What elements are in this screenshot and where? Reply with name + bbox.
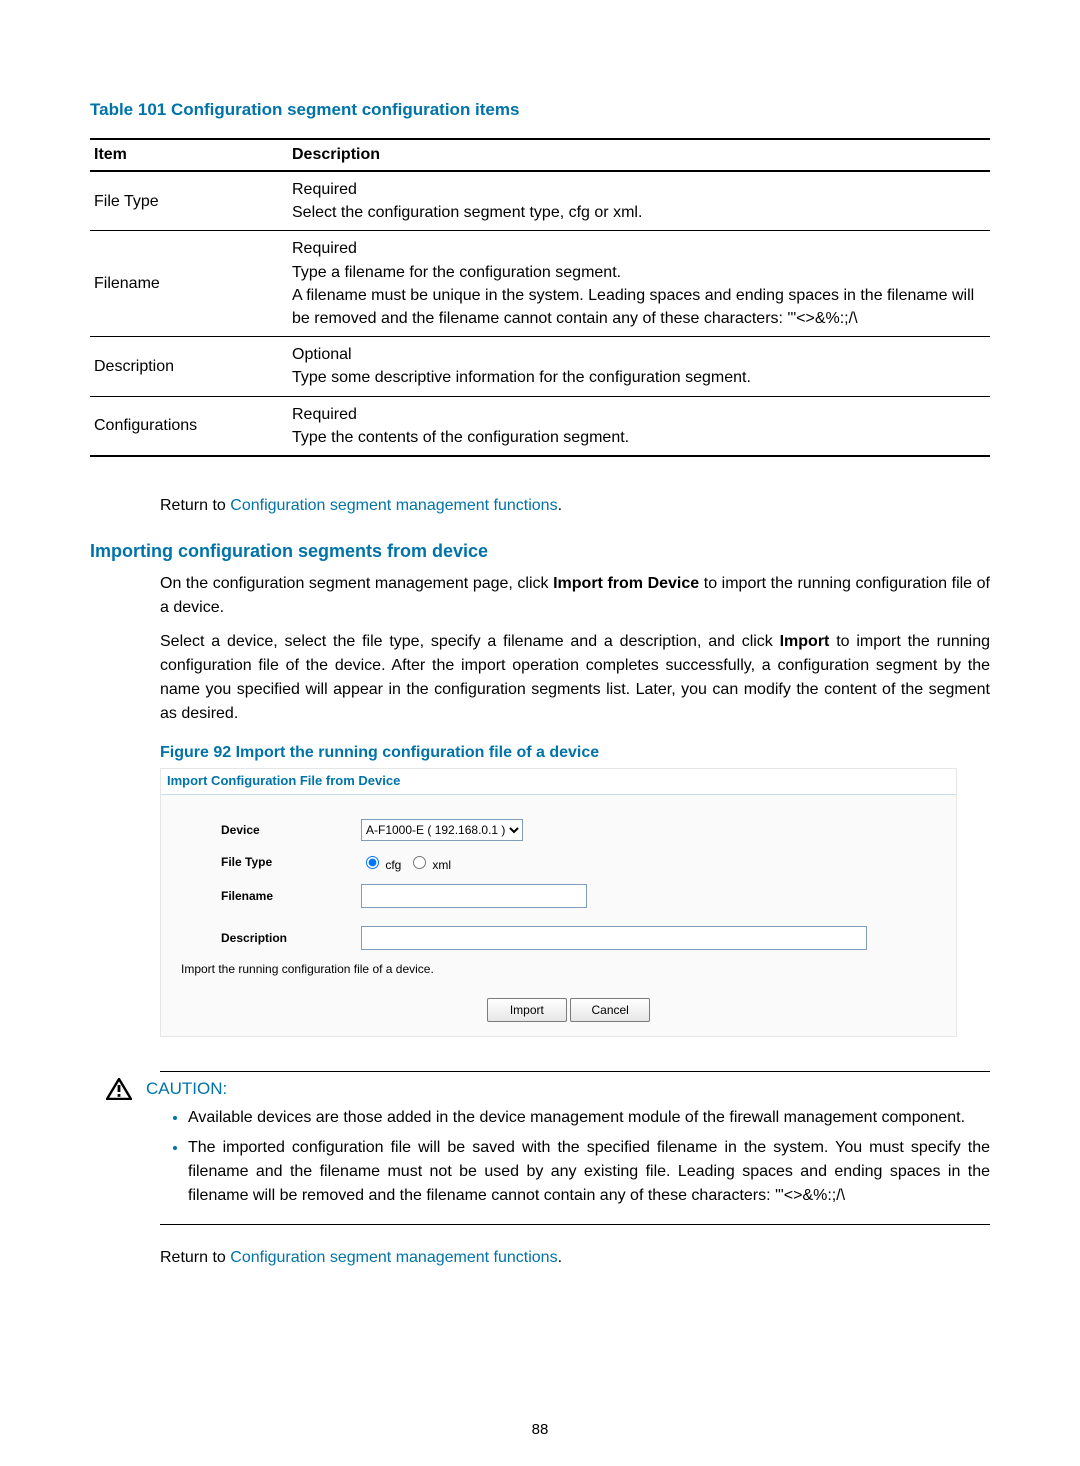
row-item: Filename [90,231,288,337]
return-suffix: . [558,1249,562,1266]
cancel-button[interactable]: Cancel [570,998,650,1022]
label-filename: Filename [221,889,361,903]
warning-icon [106,1078,132,1100]
caution-item: Available devices are those added in the… [188,1106,990,1130]
row-desc: Required Type a filename for the configu… [288,231,990,337]
screenshot-import-dialog: Import Configuration File from Device De… [160,768,957,1037]
return-suffix: . [558,497,562,514]
import-button[interactable]: Import [487,998,567,1022]
text: On the configuration segment management … [160,575,553,592]
return-link[interactable]: Configuration segment management functio… [230,497,557,514]
return-line-2: Return to Configuration segment manageme… [160,1249,990,1267]
filename-input[interactable] [361,884,587,908]
return-link[interactable]: Configuration segment management functio… [230,1249,557,1266]
config-items-table: Item Description File Type Required Sele… [90,138,990,457]
label-description: Description [221,931,361,945]
col-header-item: Item [90,139,288,171]
paragraph-2: Select a device, select the file type, s… [160,630,990,726]
caution-list: Available devices are those added in the… [188,1106,990,1208]
radio-cfg[interactable] [366,856,379,869]
row-desc: Required Type the contents of the config… [288,396,990,456]
dialog-title: Import Configuration File from Device [161,769,956,795]
text: Select a device, select the file type, s… [160,633,780,650]
radio-xml-label: xml [432,858,451,872]
device-select[interactable]: A-F1000-E ( 192.168.0.1 ) [361,819,523,841]
return-prefix: Return to [160,497,230,514]
table-row: File Type Required Select the configurat… [90,171,990,231]
radio-xml[interactable] [413,856,426,869]
table-row: Filename Required Type a filename for th… [90,231,990,337]
label-file-type: File Type [221,855,361,869]
page-number: 88 [0,1421,1080,1438]
col-header-description: Description [288,139,990,171]
radio-xml-wrapper[interactable]: xml [408,853,451,872]
caution-block: CAUTION: Available devices are those add… [160,1071,990,1225]
radio-cfg-label: cfg [385,858,401,872]
row-item: Configurations [90,396,288,456]
bold-text: Import [780,633,830,650]
form-hint: Import the running configuration file of… [181,962,916,976]
caution-item: The imported configuration file will be … [188,1136,990,1208]
section-heading-importing: Importing configuration segments from de… [90,541,990,562]
paragraph-1: On the configuration segment management … [160,572,990,620]
table-row: Configurations Required Type the content… [90,396,990,456]
description-input[interactable] [361,926,867,950]
row-desc: Optional Type some descriptive informati… [288,337,990,396]
row-item: File Type [90,171,288,231]
caution-label: CAUTION: [146,1079,227,1099]
table-row: Description Optional Type some descripti… [90,337,990,396]
figure-caption: Figure 92 Import the running configurati… [160,744,990,762]
label-device: Device [221,823,361,837]
row-desc: Required Select the configuration segmen… [288,171,990,231]
radio-cfg-wrapper[interactable]: cfg [361,853,401,872]
bold-text: Import from Device [553,575,699,592]
return-prefix: Return to [160,1249,230,1266]
row-item: Description [90,337,288,396]
return-line: Return to Configuration segment manageme… [160,497,990,515]
table-caption: Table 101 Configuration segment configur… [90,100,990,120]
